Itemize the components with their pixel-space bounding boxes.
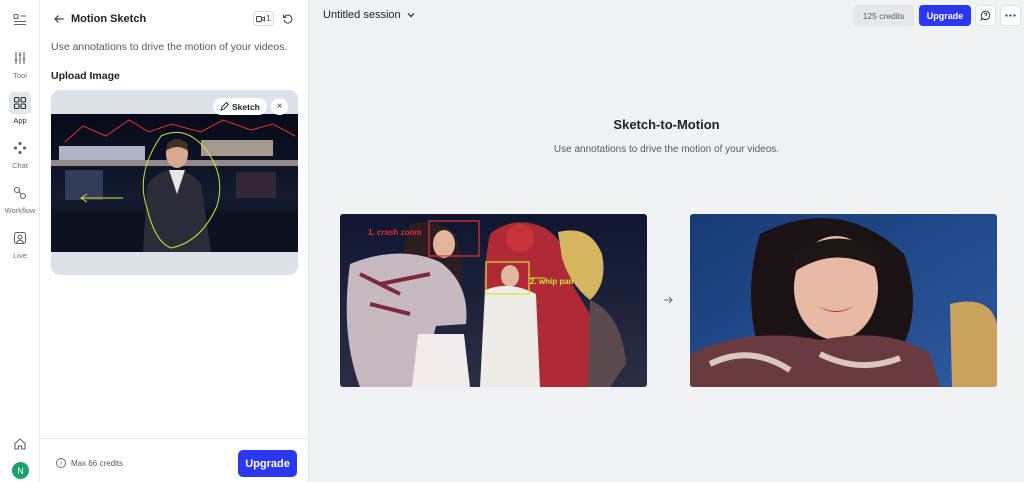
chevron-down-icon — [407, 13, 415, 18]
workflow-icon — [9, 182, 31, 204]
back-arrow-icon[interactable] — [52, 12, 66, 26]
sketch-button-label: Sketch — [232, 101, 260, 112]
chat-bubble-icon — [980, 10, 991, 21]
upload-image-dropzone[interactable]: Sketch × — [51, 90, 298, 275]
rail-menu-button[interactable] — [0, 9, 40, 31]
main-subtitle: Use annotations to drive the motion of y… — [553, 144, 780, 155]
upload-image-label: Upload Image — [51, 70, 120, 82]
annotation-whip-pan: 2. whip pan — [530, 277, 574, 286]
rail-item-chat[interactable]: Chat — [0, 137, 40, 170]
arrow-right-icon — [662, 294, 674, 306]
more-dots-icon — [1005, 14, 1016, 17]
pen-icon — [220, 102, 229, 111]
sliders-icon — [9, 47, 31, 69]
rail-item-live[interactable]: Live — [0, 227, 40, 260]
uploaded-image-sketch — [51, 114, 298, 252]
avatar[interactable]: N — [12, 462, 29, 479]
session-title: Untitled session — [323, 9, 401, 21]
annotation-crash-zoom: 1. crash zoom — [368, 228, 421, 237]
rail-item-tool[interactable]: Tool — [0, 47, 40, 80]
rail-label-live: Live — [13, 251, 27, 260]
close-icon[interactable]: × — [271, 98, 288, 115]
grid-icon — [9, 92, 31, 114]
menu-list-icon — [9, 9, 31, 31]
session-selector[interactable]: Untitled session — [323, 9, 415, 21]
home-button[interactable] — [0, 433, 40, 455]
credits-badge[interactable]: 125 credits — [853, 5, 914, 26]
video-count-chip[interactable]: 1 — [253, 11, 274, 26]
demo-input-image: 1. crash zoom 2. whip pan — [340, 214, 647, 387]
video-camera-icon — [256, 15, 266, 22]
rail-label-app: App — [13, 116, 27, 125]
upgrade-button-header[interactable]: Upgrade — [919, 5, 971, 26]
home-icon — [9, 433, 31, 455]
rail-label-tool: Tool — [13, 71, 27, 80]
rail-label-workflow: Workflow — [4, 206, 36, 215]
upgrade-button-panel[interactable]: Upgrade — [238, 450, 297, 477]
nodes-icon — [9, 137, 31, 159]
more-button[interactable] — [1000, 5, 1021, 26]
motion-sketch-panel: Motion Sketch 1 Use annotations to drive… — [40, 0, 309, 482]
left-rail: Tool App Chat Workflow Live N — [0, 0, 40, 482]
panel-title: Motion Sketch — [71, 13, 147, 25]
panel-footer: i Max 66 credits Upgrade — [40, 438, 309, 482]
sketch-button[interactable]: Sketch — [213, 98, 267, 115]
rail-item-workflow[interactable]: Workflow — [0, 182, 40, 215]
main-title: Sketch-to-Motion — [613, 117, 720, 132]
panel-description: Use annotations to drive the motion of y… — [51, 41, 288, 53]
demo-output-image — [690, 214, 997, 387]
video-count: 1 — [266, 14, 271, 23]
info-icon: i — [56, 458, 66, 468]
rail-item-app[interactable]: App — [0, 92, 40, 125]
refresh-icon[interactable] — [280, 11, 295, 26]
portrait-icon — [9, 227, 31, 249]
feedback-button[interactable] — [975, 5, 996, 26]
max-credits-text: Max 66 credits — [71, 459, 124, 468]
rail-label-chat: Chat — [12, 161, 28, 170]
